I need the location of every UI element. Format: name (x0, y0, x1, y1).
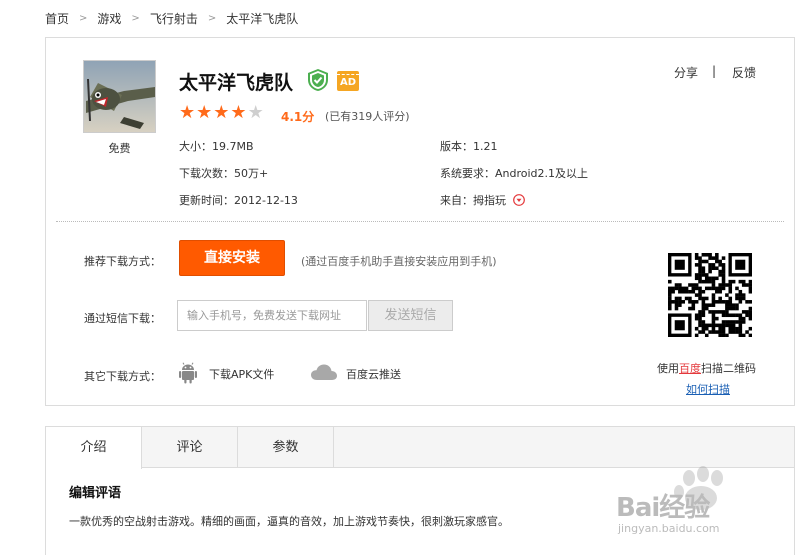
review-count: (已有319人评分) (325, 110, 410, 123)
fighter-plane-icon[interactable] (83, 60, 156, 133)
meta-version: 版本：1.21 (440, 140, 498, 153)
install-note: (通过百度手机助手直接安装应用到手机) (301, 255, 497, 268)
meta-source-label: 来自： (440, 194, 473, 207)
qr-caption: 使用百度扫描二维码 (657, 362, 756, 375)
breadcrumb-flight-shooting[interactable]: 飞行射击 (150, 10, 198, 27)
app-title: 太平洋飞虎队 (179, 72, 294, 94)
ad-badge: AD (337, 71, 359, 91)
meta-source: 来自：拇指玩 (440, 192, 525, 208)
meta-downloads: 下载次数：50万+ (179, 167, 269, 180)
watermark-url: jingyan.baidu.com (618, 522, 720, 535)
feedback-link[interactable]: 反馈 (732, 64, 756, 81)
editor-review-text: 一款优秀的空战射击游戏。精细的画面，逼真的音效，加上游戏节奏快，很刺激玩家感官。 (69, 515, 509, 528)
sms-download-label: 通过短信下载： (84, 312, 161, 325)
verified-shield-icon (308, 69, 328, 91)
breadcrumb-games[interactable]: 游戏 (97, 10, 121, 27)
editor-review-title: 编辑评语 (69, 486, 122, 501)
share-link[interactable]: 分享 (674, 64, 698, 81)
star-filled-icon: ★ (213, 102, 230, 123)
download-apk-link[interactable]: 下载APK文件 (209, 366, 274, 382)
android-icon (179, 362, 197, 384)
tab-bar: 介绍 评论 参数 (46, 427, 794, 469)
star-empty-icon: ★ (247, 102, 264, 123)
watermark-brand: Bai经验 (616, 493, 710, 523)
tab-comments[interactable]: 评论 (142, 427, 238, 468)
star-filled-icon: ★ (230, 102, 247, 123)
breadcrumb-home[interactable]: 首页 (45, 10, 69, 27)
breadcrumb: 首页 > 游戏 > 飞行射击 > 太平洋飞虎队 (45, 10, 298, 27)
rating-score: 4.1分 (281, 110, 315, 124)
other-download-label: 其它下载方式： (84, 370, 161, 383)
cloud-icon (311, 364, 337, 380)
send-sms-button[interactable]: 发送短信 (368, 300, 453, 331)
recommended-download-label: 推荐下载方式： (84, 255, 161, 268)
how-to-scan-link[interactable]: 如何扫描 (686, 381, 730, 397)
tab-params[interactable]: 参数 (238, 427, 334, 468)
star-filled-icon: ★ (179, 102, 196, 123)
breadcrumb-separator: > (207, 13, 217, 24)
meta-source-value[interactable]: 拇指玩 (473, 194, 506, 207)
breadcrumb-current: 太平洋飞虎队 (226, 12, 299, 26)
meta-requirements: 系统要求：Android2.1及以上 (440, 167, 589, 180)
breadcrumb-separator: > (79, 13, 88, 24)
price-label: 免费 (108, 142, 131, 155)
qr-code (668, 253, 752, 337)
qr-caption-brand: 百度 (679, 362, 701, 375)
breadcrumb-separator: > (131, 13, 140, 24)
action-separator: | (712, 64, 717, 78)
cloud-push-link[interactable]: 百度云推送 (346, 366, 401, 382)
phone-number-input[interactable]: 输入手机号，免费发送下载网址 (177, 300, 367, 331)
rating-stars: ★ ★ ★ ★ ★ (179, 104, 264, 122)
section-divider (56, 221, 784, 222)
meta-updated: 更新时间：2012-12-13 (179, 194, 298, 207)
direct-install-button[interactable]: 直接安装 (179, 240, 285, 276)
tab-intro[interactable]: 介绍 (46, 427, 142, 469)
star-filled-icon: ★ (196, 102, 213, 123)
app-detail-panel: 免费 太平洋飞虎队 AD ★ ★ ★ ★ ★ 4.1分 (已有319人评分) 分… (45, 37, 795, 406)
chevron-down-icon[interactable] (512, 194, 525, 206)
meta-size: 大小：19.7MB (179, 140, 254, 153)
